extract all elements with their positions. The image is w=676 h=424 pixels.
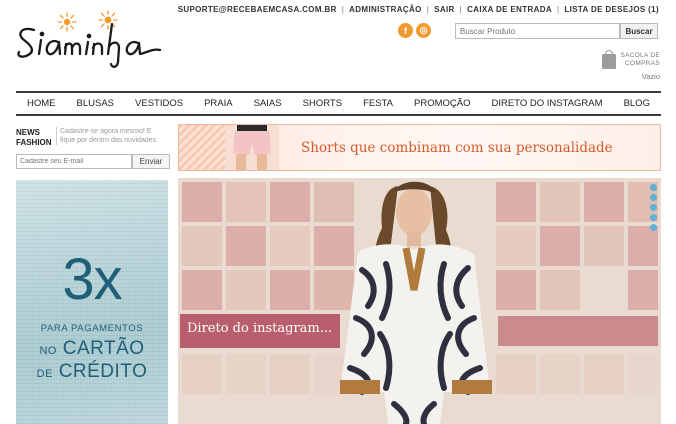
top-link-wishlist[interactable]: LISTA DE DESEJOS (1) (564, 5, 659, 14)
nav-item-blusas[interactable]: BLUSAS (77, 98, 115, 109)
nav-item-praia[interactable]: PRAIA (204, 98, 233, 109)
main-nav: HOME BLUSAS VESTIDOS PRAIA SAIAS SHORTS … (16, 91, 661, 116)
banner-stripes-decoration (179, 125, 227, 170)
instagram-model-image (340, 181, 492, 424)
promo-line1: PARA PAGAMENTOS (40, 323, 144, 334)
newsletter-title-line2: FASHION (16, 138, 52, 147)
nav-item-saias[interactable]: SAIAS (254, 98, 282, 109)
nav-item-vestidos[interactable]: VESTIDOS (135, 98, 183, 109)
cart-label-line2: COMPRAS (625, 60, 660, 67)
facebook-icon[interactable]: f (398, 23, 413, 38)
instagram-banner[interactable]: Direto do instagram... (178, 178, 661, 424)
shorts-banner-text: Shorts que combinam com sua personalidad… (301, 140, 613, 156)
slider-dot[interactable] (650, 214, 657, 221)
separator: | (556, 5, 560, 14)
shorts-banner[interactable]: Shorts que combinam com sua personalidad… (178, 124, 661, 171)
cart-label: SACOLA DE COMPRAS (620, 52, 660, 68)
nav-item-shorts[interactable]: SHORTS (303, 98, 342, 109)
sun-flower-icon (57, 12, 77, 32)
search-button[interactable]: Buscar (620, 23, 658, 39)
top-link-logout[interactable]: SAIR (434, 5, 455, 14)
nav-item-instagram[interactable]: DIRETO DO INSTAGRAM (492, 98, 603, 109)
slider-dot[interactable] (650, 204, 657, 211)
shorts-model-image (225, 125, 279, 170)
instagram-icon[interactable]: ◎ (416, 23, 431, 38)
separator: | (341, 5, 345, 14)
slider-dot[interactable] (650, 194, 657, 201)
separator: | (459, 5, 463, 14)
promo-line3-word: CRÉDITO (58, 361, 148, 382)
cart-status: Vazio (641, 72, 660, 81)
shopping-bag-icon (602, 50, 617, 69)
shopping-bag[interactable]: SACOLA DE COMPRAS (602, 50, 660, 69)
newsletter-email-field[interactable] (16, 154, 132, 169)
nav-item-promocao[interactable]: PROMOÇÃO (414, 98, 470, 109)
nav-item-blog[interactable]: BLOG (624, 98, 650, 109)
promo-line2-word: CARTÃO (62, 338, 145, 359)
slider-pagination (650, 184, 657, 231)
social-links: f ◎ (398, 23, 431, 38)
slider-dot[interactable] (650, 224, 657, 231)
newsletter-title: NEWS FASHION (16, 128, 52, 148)
top-links-bar: SUPORTE@RECEBAEMCASA.COM.BR | ADMINISTRA… (178, 5, 659, 14)
promo-line2-prefix: NO (39, 345, 57, 357)
newsletter-submit-button[interactable]: Enviar (132, 154, 170, 169)
siaminha-logo-mark (17, 10, 162, 68)
installments-promo-banner[interactable]: 3x PARA PAGAMENTOS NO CARTÃO DE CRÉDITO (16, 180, 168, 424)
nav-item-festa[interactable]: FESTA (363, 98, 393, 109)
promo-line3: DE CRÉDITO (16, 361, 168, 383)
nav-item-home[interactable]: HOME (27, 98, 56, 109)
slider-dot[interactable] (650, 184, 657, 191)
promo-installments-number: 3x (62, 247, 122, 312)
top-link-admin[interactable]: ADMINISTRAÇÃO (349, 5, 422, 14)
sun-flower-icon (98, 10, 118, 30)
promo-line2: NO CARTÃO (16, 338, 168, 360)
top-link-support-email[interactable]: SUPORTE@RECEBAEMCASA.COM.BR (178, 5, 337, 14)
site-logo[interactable] (14, 10, 189, 72)
instagram-banner-text: Direto do instagram... (187, 321, 333, 336)
top-link-inbox[interactable]: CAIXA DE ENTRADA (467, 5, 552, 14)
newsletter-description: Cadastre-se agora mesmo! E fique por den… (56, 127, 168, 145)
separator: | (426, 5, 430, 14)
newsletter-title-line1: NEWS (16, 128, 40, 137)
cart-label-line1: SACOLA DE (620, 52, 660, 59)
promo-line3-prefix: DE (36, 368, 53, 380)
search-input[interactable] (455, 23, 620, 39)
